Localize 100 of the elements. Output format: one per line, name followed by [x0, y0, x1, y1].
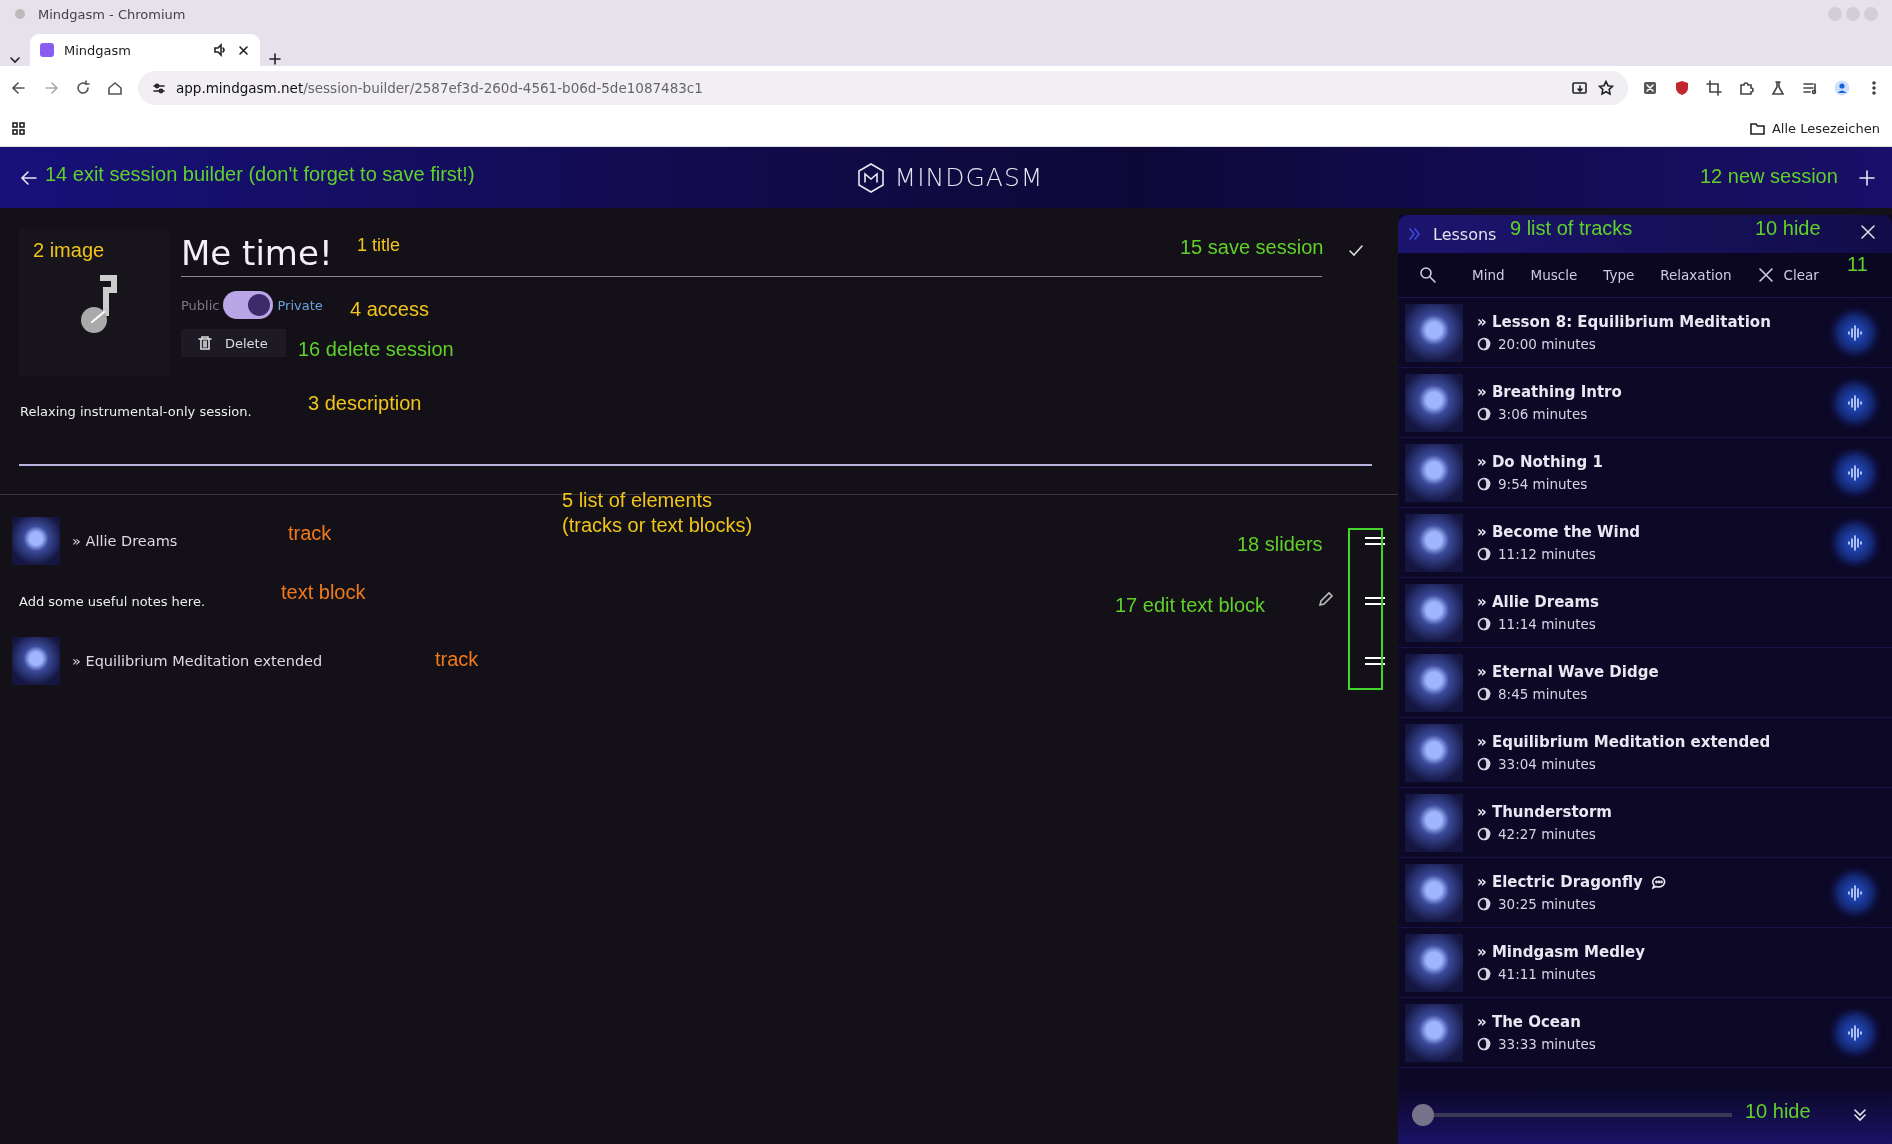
track-thumbnail	[1405, 373, 1463, 432]
track-row[interactable]: » Breathing Intro 3:06 minutes	[1398, 368, 1892, 438]
pencil-icon[interactable]	[1317, 590, 1335, 608]
annotation-label: 14 exit session builder (don't forget to save first!)	[45, 162, 475, 186]
track-thumbnail	[1405, 583, 1463, 642]
track-title: » Equilibrium Meditation extended	[72, 653, 323, 669]
annotation-label: track	[288, 521, 332, 545]
annotation-label: 18 sliders	[1237, 532, 1323, 556]
puzzle-icon[interactable]	[1738, 80, 1754, 96]
track-duration: 11:12 minutes	[1498, 546, 1596, 562]
access-toggle[interactable]	[223, 291, 274, 319]
public-label: Public	[181, 297, 220, 313]
browser-tab[interactable]: Mindgasm	[30, 34, 260, 66]
filter-dropdown[interactable]: Mind	[1472, 267, 1505, 283]
track-row[interactable]: » Allie Dreams 11:14 minutes	[1398, 578, 1892, 648]
close-icon[interactable]	[1860, 224, 1876, 240]
track-title: » Become the Wind	[1477, 523, 1641, 541]
search-icon	[1419, 266, 1437, 284]
half-moon-icon	[1477, 547, 1491, 561]
close-icon[interactable]	[237, 43, 250, 57]
track-duration: 41:11 minutes	[1498, 966, 1596, 982]
slider-thumb[interactable]	[1412, 1104, 1434, 1126]
annotation-label: 3 description	[308, 391, 422, 415]
track-row[interactable]: » The Ocean 33:33 minutes	[1398, 998, 1892, 1068]
track-row[interactable]: » Lesson 8: Equilibrium Meditation 20:00 minutes	[1398, 298, 1892, 368]
annotation-label: 4 access	[350, 297, 429, 321]
track-row[interactable]: » Become the Wind 11:12 minutes	[1398, 508, 1892, 578]
flask-icon[interactable]	[1770, 80, 1786, 96]
shield-icon[interactable]	[1674, 80, 1690, 96]
extension-x-icon[interactable]	[1642, 80, 1658, 96]
home-icon[interactable]	[106, 79, 124, 97]
plus-icon[interactable]	[1858, 168, 1876, 187]
media-control-icon[interactable]	[1802, 80, 1818, 96]
track-thumbnail	[1405, 443, 1463, 502]
track-duration: 30:25 minutes	[1498, 896, 1596, 912]
speaker-icon	[213, 43, 227, 57]
session-image[interactable]	[19, 229, 169, 376]
annotation-label: 2 image	[33, 238, 105, 262]
annotation-label: (tracks or text blocks)	[562, 513, 753, 537]
track-thumbnail	[1405, 303, 1463, 362]
install-icon[interactable]	[1571, 80, 1588, 96]
play-preview-button[interactable]	[1836, 383, 1874, 422]
track-title: » Mindgasm Medley	[1477, 943, 1645, 961]
half-moon-icon	[1477, 757, 1491, 771]
track-title: » Thunderstorm	[1477, 803, 1612, 821]
track-row[interactable]: » Equilibrium Meditation extended 33:04 minutes	[1398, 718, 1892, 788]
filter-dropdown[interactable]: Muscle	[1530, 267, 1578, 283]
check-icon	[1348, 243, 1364, 259]
reload-icon[interactable]	[74, 79, 92, 97]
annotation-label: 5 list of elements	[562, 488, 713, 512]
annotation-label: 16 delete session	[298, 337, 454, 361]
track-row[interactable]: » Thunderstorm 42:27 minutes	[1398, 788, 1892, 858]
waveform-icon	[1847, 323, 1863, 342]
track-duration: 33:04 minutes	[1498, 756, 1596, 772]
trash-icon	[197, 335, 213, 351]
track-row[interactable]: » Mindgasm Medley 41:11 minutes	[1398, 928, 1892, 998]
session-title[interactable]: Me time!	[181, 232, 333, 273]
drag-handle[interactable]	[1365, 537, 1385, 545]
play-preview-button[interactable]	[1836, 523, 1874, 562]
half-moon-icon	[1477, 897, 1491, 911]
play-preview-button[interactable]	[1836, 313, 1874, 352]
back-icon[interactable]	[10, 79, 28, 97]
folder-icon	[1749, 120, 1765, 136]
annotation-label: 17 edit text block	[1115, 593, 1266, 617]
waveform-icon	[1847, 393, 1863, 412]
track-title: » Allie Dreams	[1477, 593, 1600, 611]
session-description[interactable]: Relaxing instrumental-only session.	[20, 404, 252, 419]
track-duration: 8:45 minutes	[1498, 686, 1588, 702]
address-bar[interactable]: app.mindgasm.net/session-builder/2587ef3d-260d-4561-b06d-5de1087483c1	[138, 71, 1628, 105]
site-settings-icon	[152, 81, 166, 95]
annotation-label: text block	[281, 580, 366, 604]
delete-button[interactable]: Delete	[181, 329, 286, 357]
apps-icon[interactable]	[12, 121, 25, 135]
annotation-label: 9 list of tracks	[1510, 216, 1633, 240]
track-thumbnail	[1405, 653, 1463, 712]
clear-filters-button[interactable]: Clear	[1757, 267, 1819, 283]
play-preview-button[interactable]	[1836, 453, 1874, 492]
track-row[interactable]: » Do Nothing 1 9:54 minutes	[1398, 438, 1892, 508]
star-icon[interactable]	[1598, 80, 1614, 96]
track-row[interactable]: » Eternal Wave Didge 8:45 minutes	[1398, 648, 1892, 718]
half-moon-icon	[1477, 407, 1491, 421]
filter-dropdown[interactable]: Relaxation	[1660, 267, 1732, 283]
half-moon-icon	[1477, 687, 1491, 701]
waveform-icon	[1847, 1023, 1863, 1042]
play-preview-button[interactable]	[1836, 1013, 1874, 1052]
drag-handle[interactable]	[1365, 657, 1385, 665]
track-duration: 33:33 minutes	[1498, 1036, 1596, 1052]
track-row[interactable]: » Electric Dragonfly 30:25 minutes	[1398, 858, 1892, 928]
drag-handle[interactable]	[1365, 597, 1385, 605]
crop-icon[interactable]	[1706, 80, 1722, 96]
half-moon-icon	[1477, 967, 1491, 981]
bookmarks-folder[interactable]: Alle Lesezeichen	[1749, 120, 1880, 136]
play-preview-button[interactable]	[1836, 873, 1874, 912]
track-duration: 42:27 minutes	[1498, 826, 1596, 842]
avatar-icon[interactable]	[1834, 80, 1850, 96]
filter-dropdown[interactable]: Type	[1603, 267, 1635, 283]
track-title: » Electric Dragonfly	[1477, 873, 1643, 891]
new-tab-icon[interactable]	[268, 52, 282, 66]
half-moon-icon	[1477, 617, 1491, 631]
double-chevron-down-icon[interactable]	[1852, 1107, 1868, 1123]
